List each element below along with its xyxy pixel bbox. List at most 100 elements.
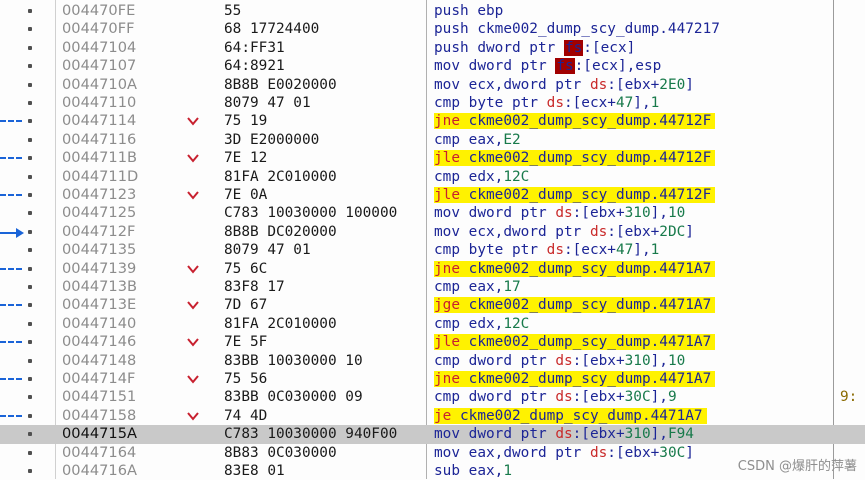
breakpoint-dot-icon[interactable] xyxy=(28,395,32,400)
disasm-row[interactable]: 0044714F 75 56 jne ckme002_dump_scy_dump… xyxy=(0,370,865,388)
opcode-bytes: 74 4D xyxy=(224,407,268,424)
instruction: jle ckme002_dump_scy_dump.4471A7 xyxy=(434,333,865,351)
breakpoint-dot-icon[interactable] xyxy=(28,45,32,50)
gutter[interactable] xyxy=(0,223,54,241)
breakpoint-dot-icon[interactable] xyxy=(28,156,32,161)
gutter[interactable] xyxy=(0,260,54,278)
breakpoint-dot-icon[interactable] xyxy=(28,174,32,179)
breakpoint-dot-icon[interactable] xyxy=(28,321,32,326)
breakpoint-dot-icon[interactable] xyxy=(28,413,32,418)
breakpoint-dot-icon[interactable] xyxy=(28,82,32,87)
disasm-row[interactable]: 00447123 7E 0A jle ckme002_dump_scy_dump… xyxy=(0,186,865,204)
disasm-row[interactable]: 0044712F 8B8B DC020000 mov ecx,dword ptr… xyxy=(0,223,865,241)
disasm-row[interactable]: 00447146 7E 5F jle ckme002_dump_scy_dump… xyxy=(0,333,865,351)
disasm-row[interactable]: 00447148 83BB 10030000 10 cmp dword ptr … xyxy=(0,352,865,370)
gutter[interactable] xyxy=(0,352,54,370)
breakpoint-dot-icon[interactable] xyxy=(28,450,32,455)
breakpoint-dot-icon[interactable] xyxy=(28,211,32,216)
disasm-row[interactable]: 00447104 64:FF31 push dword ptr fs:[ecx] xyxy=(0,39,865,57)
gutter[interactable] xyxy=(0,462,54,480)
gutter[interactable] xyxy=(0,186,54,204)
gutter[interactable] xyxy=(0,296,54,314)
disasm-row[interactable]: 0044711D 81FA 2C010000 cmp edx,12C xyxy=(0,168,865,186)
breakpoint-dot-icon[interactable] xyxy=(28,193,32,197)
gutter[interactable] xyxy=(0,131,54,149)
disasm-row[interactable]: 00447114 75 19 jne ckme002_dump_scy_dump… xyxy=(0,112,865,130)
jump-chevron xyxy=(186,352,202,370)
mnemonic: jle xyxy=(434,334,460,351)
gutter[interactable] xyxy=(0,149,54,167)
gutter[interactable] xyxy=(0,94,54,112)
disassembly-view[interactable]: 004470FE 55 push ebp 004470FF 68 1772440… xyxy=(0,0,865,479)
opcode-bytes: 7E 5F xyxy=(224,334,268,351)
breakpoint-dot-icon[interactable] xyxy=(28,248,32,253)
gutter[interactable] xyxy=(0,388,54,406)
opcode-bytes: C783 10030000 100000 xyxy=(224,205,398,222)
disasm-row[interactable]: 0044716A 83E8 01 sub eax,1 xyxy=(0,462,865,480)
address: 00447146 xyxy=(62,333,137,351)
gutter[interactable] xyxy=(0,204,54,222)
address: 00447151 xyxy=(62,388,137,406)
opcode-bytes: 68 17724400 xyxy=(224,21,320,38)
disasm-row[interactable]: 0044711B 7E 12 jle ckme002_dump_scy_dump… xyxy=(0,149,865,167)
disasm-row[interactable]: 00447140 81FA 2C010000 cmp edx,12C xyxy=(0,315,865,333)
gutter[interactable] xyxy=(0,57,54,75)
gutter[interactable] xyxy=(0,315,54,333)
disasm-row[interactable]: 00447139 75 6C jne ckme002_dump_scy_dump… xyxy=(0,260,865,278)
jump-line-icon xyxy=(0,157,22,160)
operand: byte ptr ds:[ecx+47],1 xyxy=(468,242,660,259)
breakpoint-dot-icon[interactable] xyxy=(28,101,32,105)
disasm-row[interactable]: 00447135 8079 47 01 cmp byte ptr ds:[ecx… xyxy=(0,241,865,259)
opcode-bytes: 83BB 0C030000 09 xyxy=(224,389,363,406)
breakpoint-dot-icon[interactable] xyxy=(28,285,32,289)
breakpoint-dot-icon[interactable] xyxy=(28,358,32,363)
gutter[interactable] xyxy=(0,278,54,296)
breakpoint-dot-icon[interactable] xyxy=(28,266,32,271)
disasm-row[interactable]: 00447107 64:8921 mov dword ptr fs:[ecx],… xyxy=(0,57,865,75)
breakpoint-dot-icon[interactable] xyxy=(28,119,32,124)
disasm-row[interactable]: 0044710A 8B8B E0020000 mov ecx,dword ptr… xyxy=(0,76,865,94)
operand: ckme002_dump_scy_dump.44712F xyxy=(468,113,712,130)
disasm-row[interactable]: 00447125 C783 10030000 100000 mov dword … xyxy=(0,204,865,222)
disasm-row[interactable]: 0044713E 7D 67 jge ckme002_dump_scy_dump… xyxy=(0,296,865,314)
chevron-down-icon xyxy=(187,154,199,163)
disasm-row[interactable]: 00447164 8B83 0C030000 mov eax,dword ptr… xyxy=(0,444,865,462)
breakpoint-dot-icon[interactable] xyxy=(28,377,32,381)
gutter[interactable] xyxy=(0,444,54,462)
address: 0044711D xyxy=(62,167,139,185)
breakpoint-dot-icon[interactable] xyxy=(28,27,32,32)
disasm-row[interactable]: 00447110 8079 47 01 cmp byte ptr ds:[ecx… xyxy=(0,94,865,112)
gutter[interactable] xyxy=(0,20,54,38)
breakpoint-dot-icon[interactable] xyxy=(28,303,32,308)
jump-chevron xyxy=(186,223,202,241)
disasm-row[interactable]: 004470FF 68 17724400 push ckme002_dump_s… xyxy=(0,20,865,38)
jump-line-icon xyxy=(0,378,22,380)
breakpoint-dot-icon[interactable] xyxy=(28,469,32,473)
gutter[interactable] xyxy=(0,76,54,94)
instruction: cmp edx,12C xyxy=(434,168,865,186)
gutter[interactable] xyxy=(0,370,54,388)
disasm-row[interactable]: 004470FE 55 push ebp xyxy=(0,2,865,20)
gutter[interactable] xyxy=(0,112,54,130)
disasm-row[interactable]: 0044715A C783 10030000 940F00 mov dword … xyxy=(0,425,865,444)
gutter[interactable] xyxy=(0,407,54,425)
breakpoint-dot-icon[interactable] xyxy=(28,137,32,142)
breakpoint-dot-icon[interactable] xyxy=(28,229,32,234)
address: 0044712F xyxy=(62,222,136,240)
breakpoint-dot-icon[interactable] xyxy=(28,340,32,345)
gutter[interactable] xyxy=(0,333,54,351)
gutter[interactable] xyxy=(0,168,54,186)
breakpoint-dot-icon[interactable] xyxy=(28,64,32,69)
disasm-row[interactable]: 0044713B 83F8 17 cmp eax,17 xyxy=(0,278,865,296)
disasm-row[interactable]: 00447151 83BB 0C030000 09 cmp dword ptr … xyxy=(0,388,865,406)
disasm-row[interactable]: 00447158 74 4D je ckme002_dump_scy_dump.… xyxy=(0,407,865,425)
breakpoint-dot-icon[interactable] xyxy=(28,9,32,13)
gutter[interactable] xyxy=(0,39,54,57)
breakpoint-dot-icon[interactable] xyxy=(28,432,32,437)
disasm-row[interactable]: 00447116 3D E2000000 cmp eax,E2 xyxy=(0,131,865,149)
gutter[interactable] xyxy=(0,2,54,20)
chevron-down-icon xyxy=(187,375,199,384)
opcode-bytes: 7D 67 xyxy=(224,297,268,314)
gutter[interactable] xyxy=(0,425,54,443)
gutter[interactable] xyxy=(0,241,54,259)
